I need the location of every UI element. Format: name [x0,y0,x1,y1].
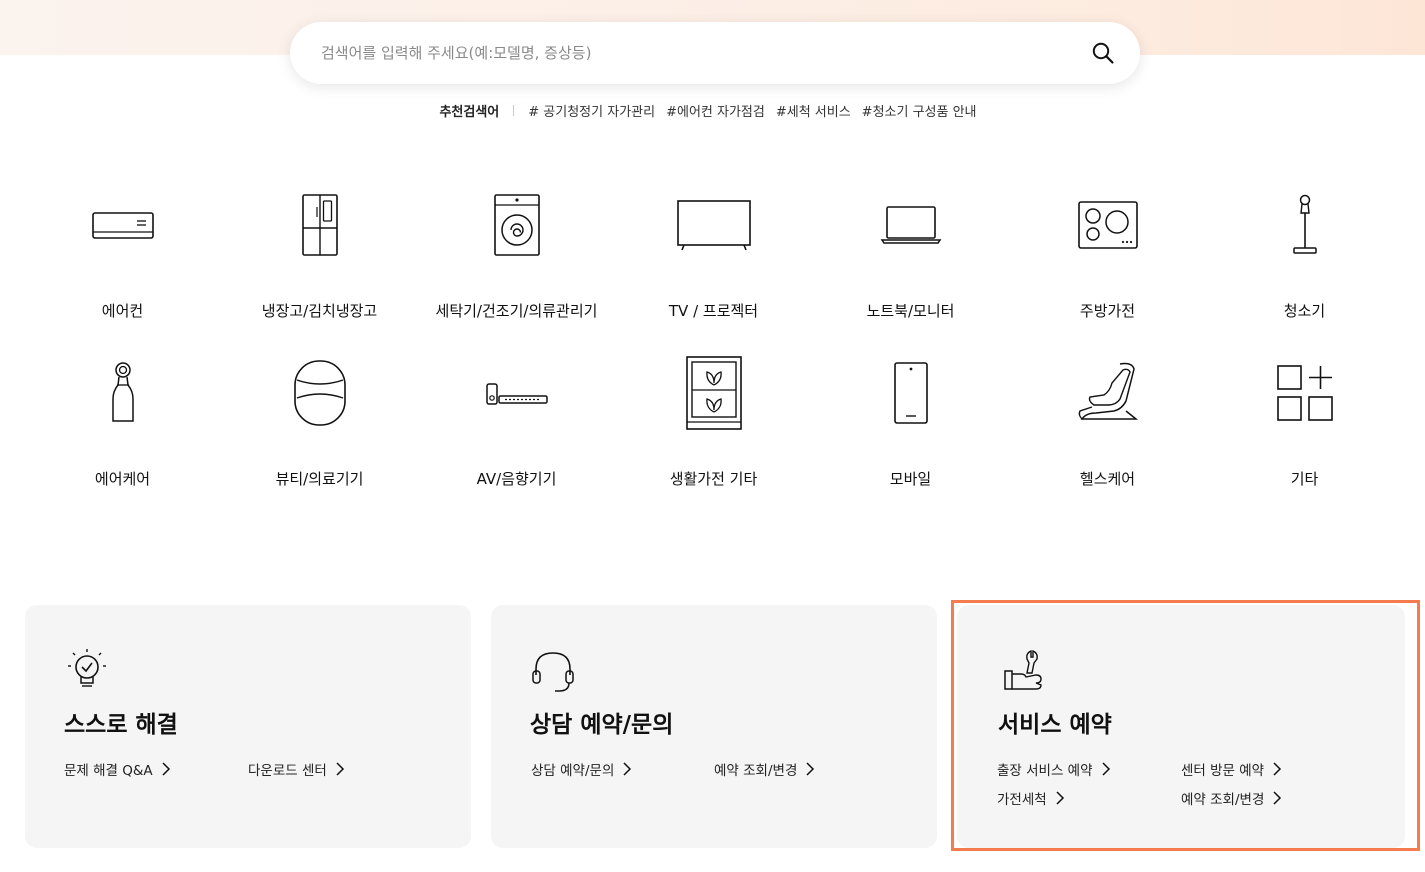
recommended-keywords: 추천검색어 # 공기청정기 자가관리 #에어컨 자가점검 #세척 서비스 #청소… [0,100,1425,120]
keyword-tag[interactable]: #에어컨 자가점검 [666,101,765,120]
headset-icon [529,647,577,695]
air-purifier-icon [83,348,163,438]
keyword-tag[interactable]: # 공기청정기 자가관리 [528,101,655,120]
search-input[interactable] [321,44,1090,62]
category-tv[interactable]: TV / 프로젝터 [615,180,812,348]
category-av[interactable]: AV/음향기기 [418,348,615,516]
chevron-right-icon [1056,791,1064,805]
category-refrigerator[interactable]: 냉장고/김치냉장고 [221,180,418,348]
category-label: 세탁기/건조기/의류관리기 [435,302,598,320]
vacuum-icon [1265,180,1345,270]
beauty-device-icon [280,348,360,438]
reservation-lookup-link[interactable]: 예약 조회/변경 [714,759,815,779]
product-category-grid: 에어컨 냉장고/김치냉장고 세탁기/건조기/의류관리기 TV / 프로젝터 노트… [24,180,1404,516]
soundbar-icon [477,348,557,438]
category-label: 모바일 [889,470,932,488]
card-title: 상담 예약/문의 [530,712,674,738]
search-icon[interactable] [1090,40,1116,66]
category-label: 에어컨 [101,302,144,320]
chevron-right-icon [806,762,815,776]
consult-card: 상담 예약/문의 상담 예약/문의 예약 조회/변경 [491,605,937,848]
keyword-tag[interactable]: #세척 서비스 [776,101,851,120]
air-conditioner-icon [83,180,163,270]
mobile-icon [871,348,951,438]
category-living-etc[interactable]: 생활가전 기타 [615,348,812,516]
link-label: 출장 서비스 예약 [997,763,1093,779]
category-label: 청소기 [1283,302,1326,320]
reservation-lookup-link[interactable]: 예약 조회/변경 [1181,788,1282,808]
link-label: 예약 조회/변경 [1181,792,1265,808]
card-title: 서비스 예약 [998,712,1112,738]
keyword-tag[interactable]: #청소기 구성품 안내 [862,101,977,120]
self-solve-card: 스스로 해결 문제 해결 Q&A 다운로드 센터 [25,605,471,848]
link-label: 예약 조회/변경 [714,763,798,779]
category-healthcare[interactable]: 헬스케어 [1009,348,1206,516]
category-air-conditioner[interactable]: 에어컨 [24,180,221,348]
chevron-right-icon [623,762,632,776]
category-vacuum[interactable]: 청소기 [1206,180,1403,348]
category-laptop[interactable]: 노트북/모니터 [812,180,1009,348]
refrigerator-icon [280,180,360,270]
chevron-right-icon [1102,762,1110,776]
category-kitchen[interactable]: 주방가전 [1009,180,1206,348]
category-label: TV / 프로젝터 [668,302,759,320]
category-washing-machine[interactable]: 세탁기/건조기/의류관리기 [418,180,615,348]
visit-service-reservation-link[interactable]: 출장 서비스 예약 [997,759,1111,779]
massage-chair-icon [1068,348,1148,438]
appliance-cleaning-link[interactable]: 가전세척 [997,788,1065,808]
chevron-right-icon [162,762,170,776]
faq-link[interactable]: 문제 해결 Q&A [64,759,171,779]
category-label: 노트북/모니터 [866,302,955,320]
download-center-link[interactable]: 다운로드 센터 [248,759,345,779]
chevron-right-icon [1273,762,1282,776]
category-label: 기타 [1290,470,1319,488]
card-title: 스스로 해결 [64,712,178,738]
tv-icon [674,180,754,270]
consult-reservation-link[interactable]: 상담 예약/문의 [531,759,632,779]
link-label: 센터 방문 예약 [1181,763,1265,779]
link-label: 다운로드 센터 [248,763,327,779]
category-row: 에어컨 냉장고/김치냉장고 세탁기/건조기/의류관리기 TV / 프로젝터 노트… [24,180,1404,348]
laptop-icon [871,180,951,270]
category-label: 주방가전 [1079,302,1136,320]
category-label: 헬스케어 [1079,470,1136,488]
lightbulb-check-icon [63,647,111,695]
category-label: 냉장고/김치냉장고 [261,302,378,320]
center-visit-reservation-link[interactable]: 센터 방문 예약 [1181,759,1282,779]
divider [513,104,515,116]
category-air-care[interactable]: 에어케어 [24,348,221,516]
chevron-right-icon [336,762,344,776]
washing-machine-icon [477,180,557,270]
service-reservation-card: 서비스 예약 출장 서비스 예약 센터 방문 예약 가전세척 예약 조회/변경 [957,605,1405,848]
link-label: 가전세척 [997,792,1047,808]
category-label: 뷰티/의료기기 [275,470,364,488]
category-mobile[interactable]: 모바일 [812,348,1009,516]
chevron-right-icon [1273,791,1282,805]
category-label: AV/음향기기 [476,470,557,488]
category-label: 생활가전 기타 [669,470,758,488]
category-beauty[interactable]: 뷰티/의료기기 [221,348,418,516]
recommended-keywords-label: 추천검색어 [439,104,500,120]
category-etc[interactable]: 기타 [1206,348,1403,516]
link-label: 문제 해결 Q&A [64,763,153,779]
wrench-hand-icon [1001,647,1049,695]
more-grid-icon [1265,348,1345,438]
search-bar [290,22,1140,84]
link-label: 상담 예약/문의 [531,763,615,779]
plant-cultivator-icon [674,348,754,438]
category-label: 에어케어 [94,470,151,488]
cooktop-icon [1068,180,1148,270]
category-row: 에어케어 뷰티/의료기기 AV/음향기기 생활가전 기타 모바일 헬스케어 기타 [24,348,1404,516]
